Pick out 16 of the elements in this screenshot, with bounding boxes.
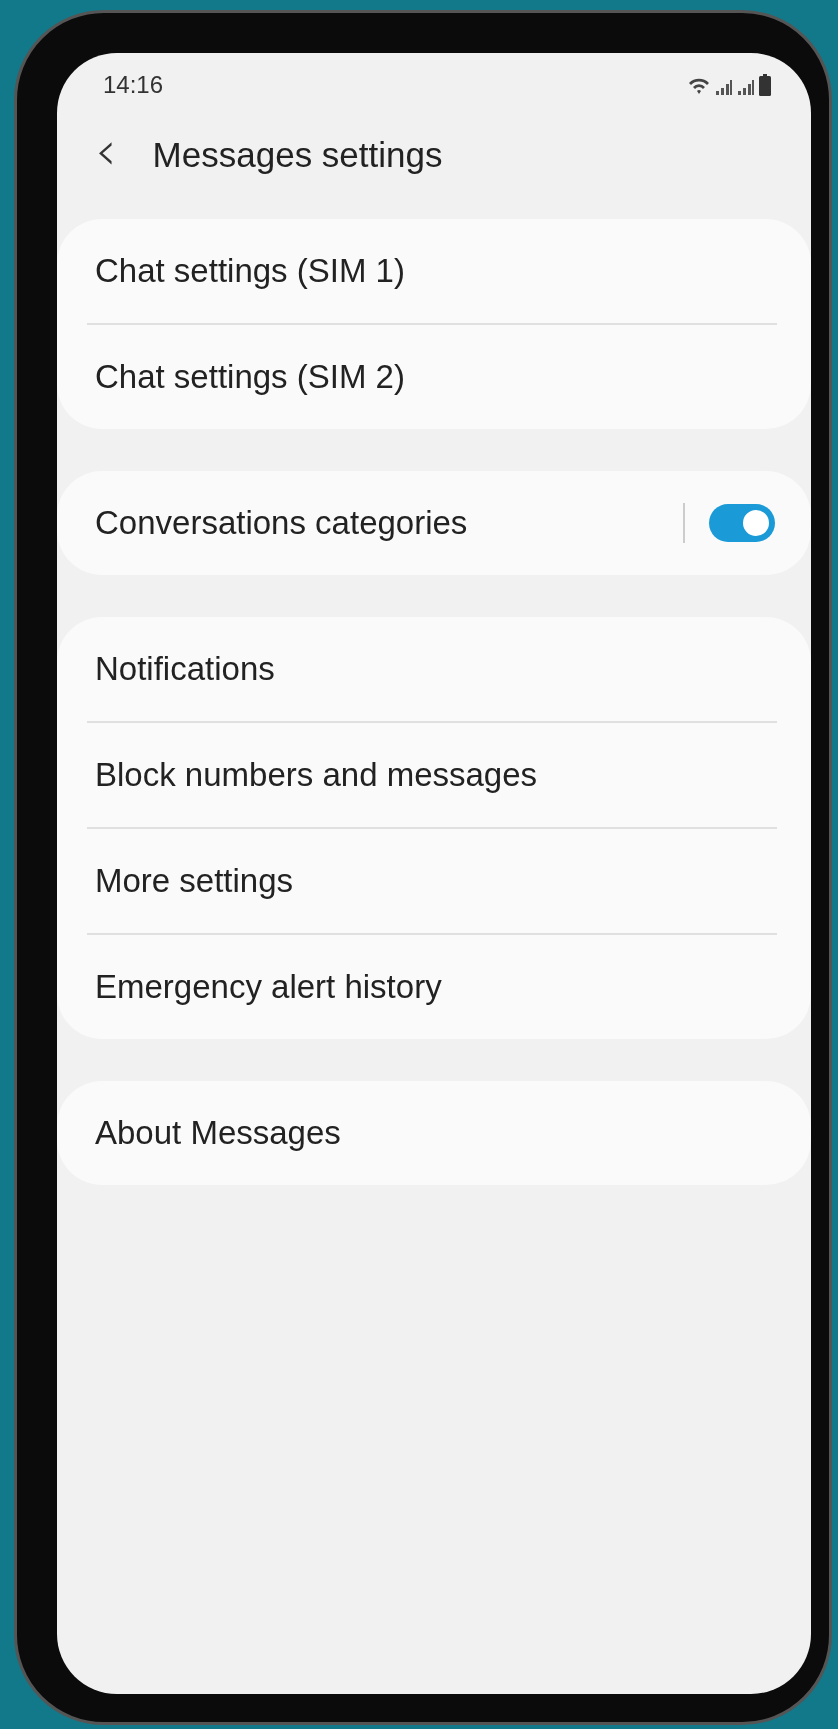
signal-icon: [737, 78, 755, 96]
settings-item[interactable]: Chat settings (SIM 2): [95, 358, 775, 396]
settings-item[interactable]: About Messages: [95, 1114, 775, 1152]
settings-item[interactable]: More settings: [95, 862, 775, 900]
settings-item[interactable]: Notifications: [95, 650, 775, 688]
settings-item[interactable]: Emergency alert history: [95, 968, 775, 1006]
status-time: 14:16: [103, 71, 164, 99]
settings-item[interactable]: Chat settings (SIM 1): [95, 252, 775, 290]
wifi-icon: [687, 76, 711, 96]
back-button[interactable]: ‹: [85, 124, 127, 178]
settings-item[interactable]: Block numbers and messages: [95, 756, 775, 794]
battery-icon: [759, 74, 771, 96]
settings-item[interactable]: Conversations categories: [95, 504, 683, 542]
page-title: Messages settings: [152, 135, 443, 175]
toggle-switch[interactable]: [709, 504, 775, 542]
signal-icon: [715, 78, 733, 96]
